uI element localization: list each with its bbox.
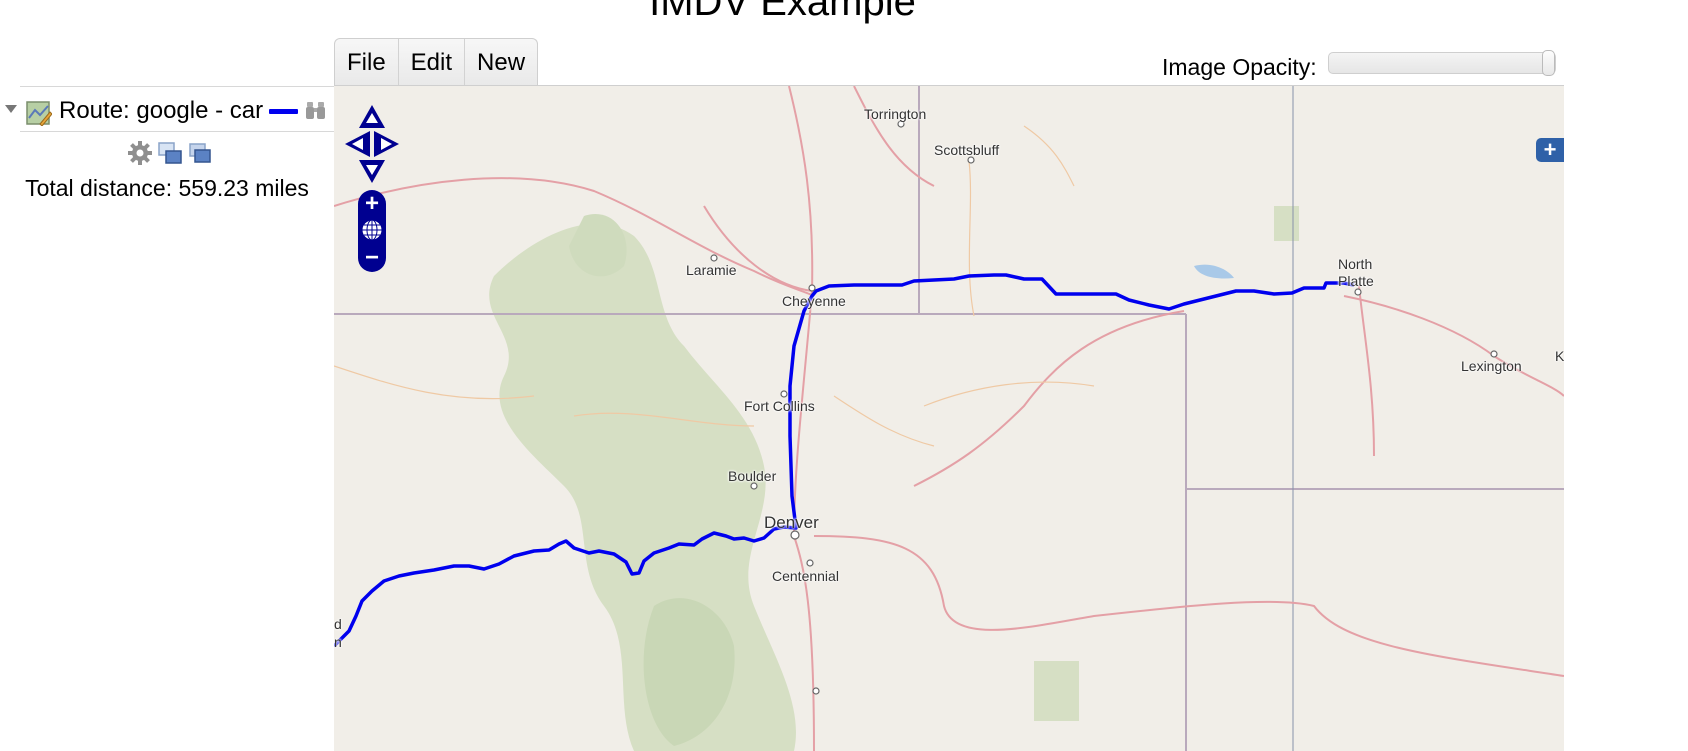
- lake: [1194, 264, 1234, 279]
- map-base: [334, 86, 1564, 751]
- stack-icon[interactable]: [187, 139, 213, 167]
- duplicate-icon[interactable]: [157, 139, 183, 167]
- pan-control: [344, 104, 400, 184]
- mountain-forest-area: [489, 223, 796, 751]
- globe-icon[interactable]: [360, 218, 384, 242]
- place-label: North: [1338, 256, 1373, 272]
- binoculars-icon[interactable]: [305, 100, 327, 120]
- place-label: Fort Collins: [744, 398, 815, 414]
- pan-left-icon[interactable]: [344, 130, 372, 158]
- image-opacity-label: Image Opacity:: [1162, 54, 1317, 80]
- place-label: Cheyenne: [782, 293, 846, 309]
- place-label: Torrington: [864, 106, 927, 122]
- menu-new[interactable]: New: [465, 39, 537, 85]
- map-layer-icon: [26, 101, 52, 126]
- place-label: K: [1555, 348, 1564, 364]
- route-color-swatch: [269, 109, 298, 114]
- page-title: IMDV Example: [649, 0, 916, 24]
- zoom-out-button[interactable]: −: [358, 246, 386, 270]
- grassland-area: [1034, 661, 1079, 721]
- map-view[interactable]: Torrington Scottsbluff Laramie Cheyenne …: [334, 85, 1564, 751]
- place-label: Scottsbluff: [934, 142, 1000, 158]
- layer-row[interactable]: Route: google - car: [5, 86, 334, 132]
- place-label: d: [334, 616, 342, 632]
- place-label: Lexington: [1461, 358, 1522, 374]
- pan-down-icon[interactable]: [358, 158, 386, 184]
- zoom-control: + −: [358, 190, 386, 272]
- place-label: Centennial: [772, 568, 839, 584]
- pan-up-icon[interactable]: [358, 104, 386, 130]
- menu-file[interactable]: File: [335, 39, 399, 85]
- pan-right-icon[interactable]: [372, 130, 400, 158]
- gear-icon[interactable]: [127, 139, 153, 167]
- image-opacity-slider[interactable]: [1328, 50, 1556, 76]
- place-label: Laramie: [686, 262, 737, 278]
- route-line[interactable]: [334, 273, 1355, 648]
- city-markers: [710, 120, 1498, 695]
- layer-name: Route: google - car: [59, 97, 264, 124]
- place-label: n: [334, 634, 342, 650]
- total-distance: Total distance: 559.23 miles: [25, 175, 309, 201]
- layer-panel: Route: google - car Total distance: 559.…: [0, 86, 334, 750]
- park-area: [1274, 206, 1299, 241]
- place-label: Denver: [764, 513, 819, 532]
- expand-arrow-icon[interactable]: [5, 105, 17, 113]
- place-label: Platte: [1338, 273, 1374, 289]
- menu-edit[interactable]: Edit: [399, 39, 466, 85]
- place-label: Boulder: [728, 468, 777, 484]
- layer-switcher-button[interactable]: +: [1536, 138, 1564, 162]
- opacity-slider-handle[interactable]: [1542, 50, 1555, 76]
- menu-bar: File Edit New: [334, 38, 539, 85]
- zoom-in-button[interactable]: +: [358, 192, 386, 216]
